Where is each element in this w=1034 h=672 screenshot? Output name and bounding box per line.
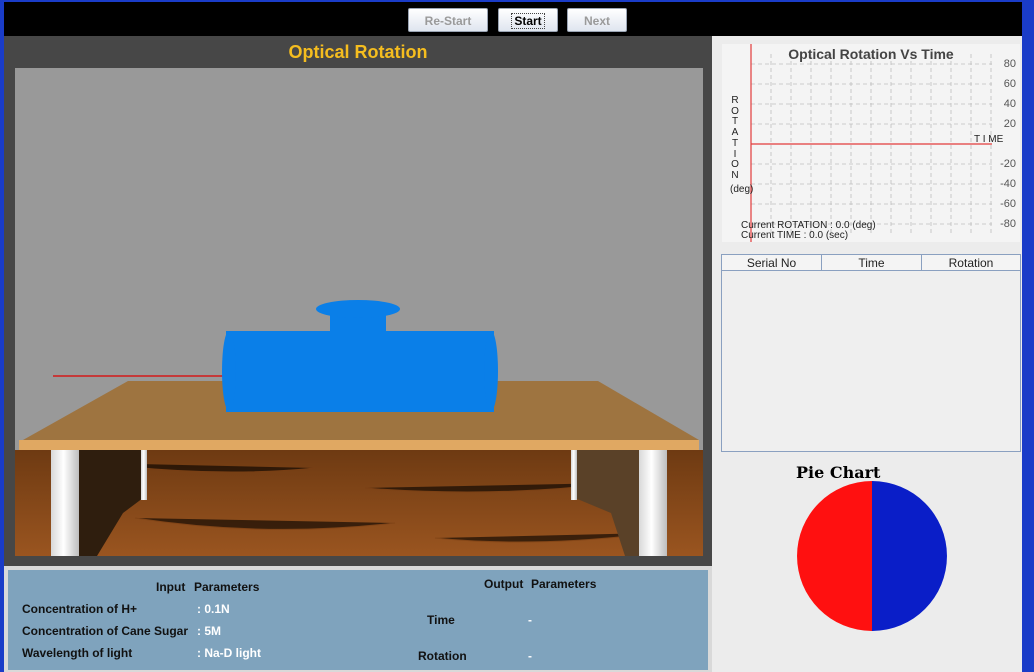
pie-slice	[872, 481, 947, 631]
toolbar: Re-Start Start Next	[4, 2, 1022, 36]
table-leg-left-inner	[141, 450, 147, 500]
input-param-value: : 5M	[197, 624, 221, 638]
lab-scene	[15, 68, 703, 556]
input-header-right: Parameters	[194, 580, 260, 594]
results-table: Serial No Time Rotation	[721, 254, 1021, 452]
y-tick-label: 60	[1003, 78, 1016, 90]
output-param-value: -	[528, 649, 532, 663]
next-button[interactable]: Next	[567, 8, 627, 32]
table-edge	[19, 440, 699, 450]
y-tick-label: -60	[1000, 198, 1016, 210]
y-axis-letter: T	[731, 137, 739, 149]
column-header-serial[interactable]: Serial No	[722, 255, 822, 271]
output-param-label: Time	[427, 613, 455, 627]
y-unit-label: (deg)	[730, 184, 754, 195]
simulation-title: Optical Rotation	[288, 42, 428, 62]
graph-title: Optical Rotation Vs Time	[788, 46, 954, 62]
restart-button[interactable]: Re-Start	[408, 8, 488, 32]
parameters-panel: Input Parameters Concentration of H+ : 0…	[8, 570, 708, 670]
input-param-value: : Na-D light	[197, 646, 261, 660]
column-header-rotation[interactable]: Rotation	[922, 255, 1020, 271]
y-tick-label: 40	[1003, 98, 1016, 110]
table-leg-right	[639, 450, 667, 556]
rotation-graph: Optical Rotation Vs Time R O T A T I O N…	[722, 44, 1020, 242]
window-frame-right	[1022, 0, 1034, 672]
y-tick-label: -20	[1000, 158, 1016, 170]
pie-slice	[797, 481, 872, 631]
output-header-left: Output	[484, 577, 524, 591]
y-tick-label: 80	[1003, 58, 1016, 70]
simulation-viewport[interactable]	[15, 68, 703, 556]
input-param-label: Concentration of H+	[22, 602, 138, 616]
input-param-label: Concentration of Cane Sugar	[22, 624, 189, 638]
pie-chart	[797, 481, 947, 631]
output-param-label: Rotation	[418, 649, 467, 663]
current-time-readout: Current TIME : 0.0 (sec)	[741, 230, 849, 241]
input-param-value: : 0.1N	[197, 602, 230, 616]
table-leg-left	[51, 450, 79, 556]
output-param-value: -	[528, 613, 532, 627]
y-tick-label: 20	[1003, 118, 1016, 130]
start-button[interactable]: Start	[498, 8, 558, 32]
table-leg-right-inner	[571, 450, 577, 500]
y-axis-letter: N	[731, 169, 739, 181]
input-param-label: Wavelength of light	[22, 646, 133, 660]
y-tick-label: -80	[1000, 218, 1016, 230]
column-header-time[interactable]: Time	[822, 255, 922, 271]
start-button-label: Start	[511, 13, 545, 29]
input-header-left: Input	[156, 580, 186, 594]
y-tick-label: -40	[1000, 178, 1016, 190]
output-header-right: Parameters	[531, 577, 597, 591]
simulation-panel: Optical Rotation	[4, 36, 712, 566]
y-axis-label: R O T A T I O N	[730, 95, 740, 182]
x-axis-label: T I ME	[974, 134, 1004, 145]
